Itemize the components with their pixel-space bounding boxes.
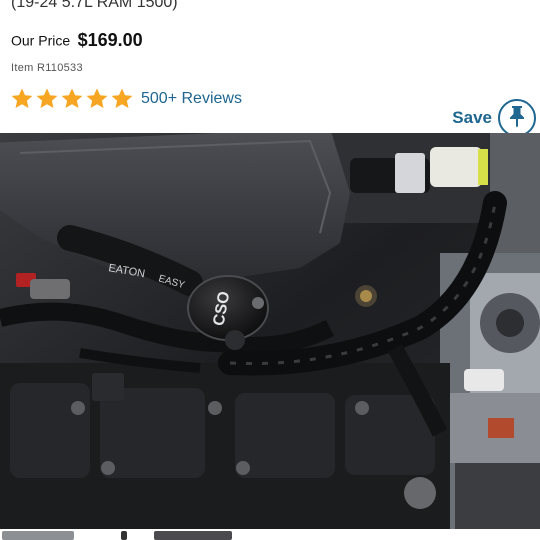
- save-label[interactable]: Save: [452, 108, 492, 128]
- pushpin-icon: [507, 104, 527, 133]
- star-icon: [85, 87, 109, 111]
- star-rating[interactable]: [10, 87, 134, 111]
- save-pin-button[interactable]: [498, 99, 536, 137]
- reviews-link[interactable]: 500+ Reviews: [141, 90, 242, 108]
- star-icon: [110, 87, 134, 111]
- thumbnail[interactable]: [154, 531, 232, 540]
- rating-row: 500+ Reviews: [10, 87, 242, 111]
- thumbnail-strip: [0, 529, 540, 540]
- star-icon: [60, 87, 84, 111]
- product-subtitle: (19-24 5.7L RAM 1500): [11, 0, 178, 11]
- product-photo[interactable]: EATON EASY CSO: [0, 133, 540, 529]
- item-number: Item R110533: [11, 62, 83, 74]
- price-row: Our Price $169.00: [11, 30, 143, 51]
- thumbnail[interactable]: [121, 531, 127, 540]
- save-control[interactable]: Save: [452, 99, 536, 137]
- star-icon: [35, 87, 59, 111]
- thumbnail[interactable]: [2, 531, 74, 540]
- price-value: $169.00: [77, 30, 143, 50]
- price-label: Our Price: [11, 32, 71, 49]
- star-icon: [10, 87, 34, 111]
